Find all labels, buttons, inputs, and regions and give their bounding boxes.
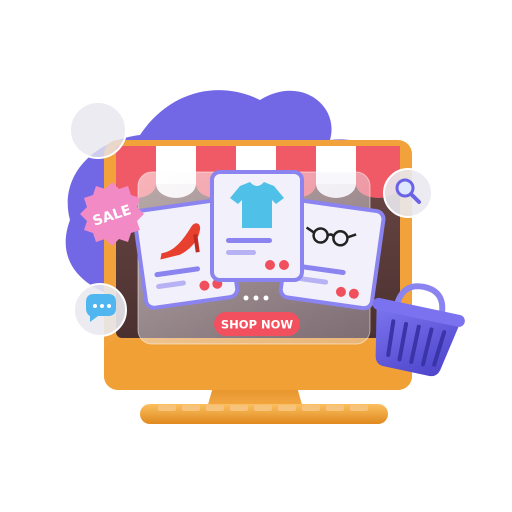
glass-bubble: [69, 101, 127, 159]
monitor-chin: [104, 340, 412, 390]
online-shop-illustration: SHOP NOW SALE: [65, 90, 465, 424]
carousel-dots[interactable]: [243, 295, 269, 301]
search-bubble[interactable]: [383, 168, 433, 218]
shop-now-label: SHOP NOW: [221, 318, 294, 332]
chat-bubble[interactable]: [73, 283, 127, 337]
shop-now-button[interactable]: SHOP NOW: [214, 312, 300, 336]
product-card-shirt[interactable]: [210, 170, 304, 282]
heart-icon[interactable]: [265, 260, 275, 270]
keyboard-keys: [158, 405, 368, 411]
cart-icon[interactable]: [279, 260, 289, 270]
